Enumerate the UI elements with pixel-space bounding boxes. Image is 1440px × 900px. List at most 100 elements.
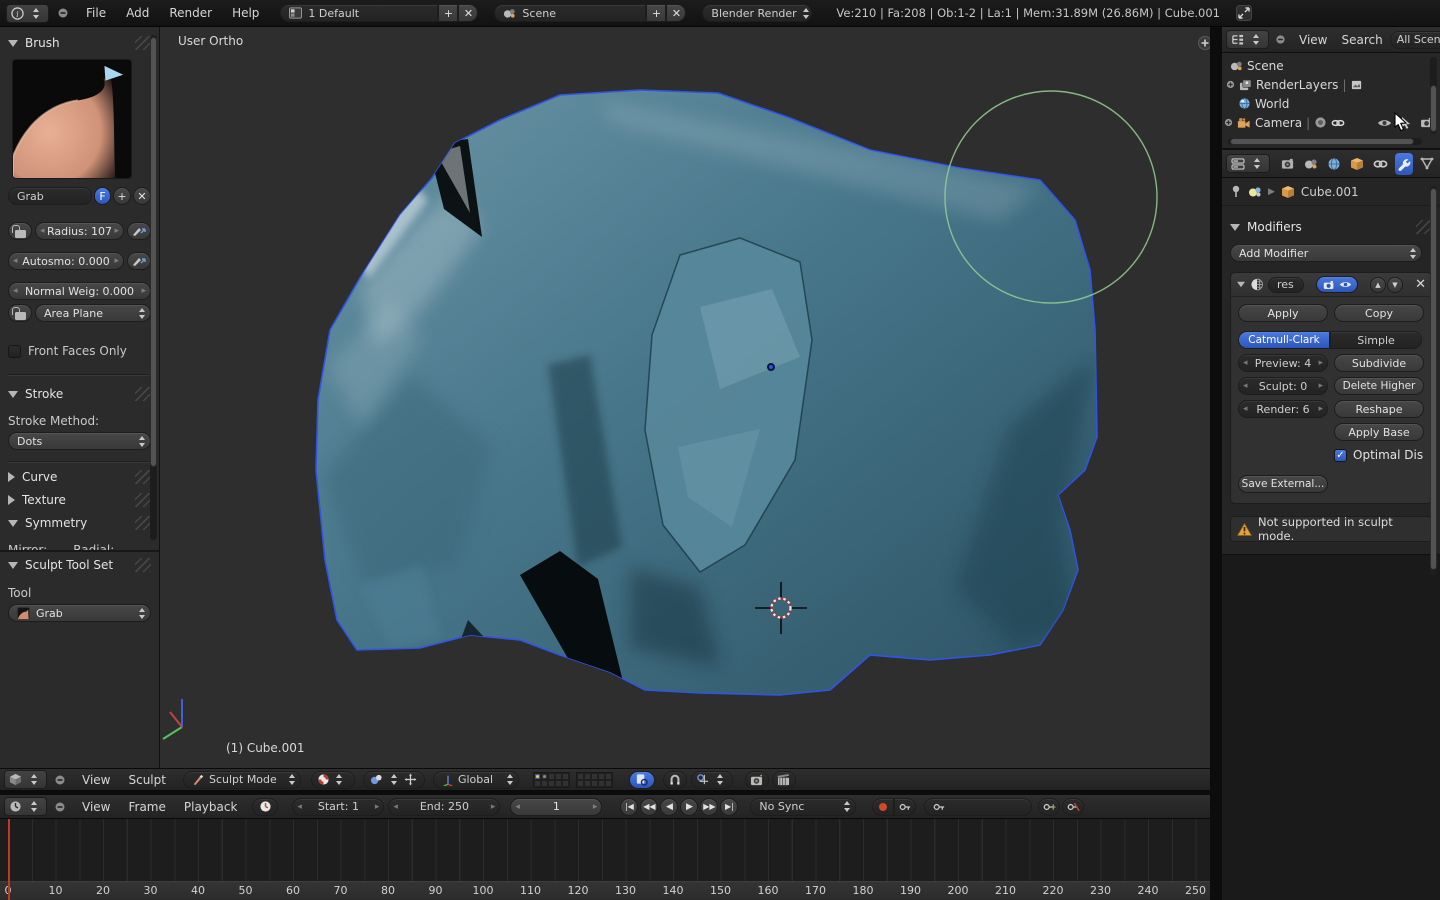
opengl-render-image-button[interactable] <box>745 771 769 789</box>
outliner-hscrollbar[interactable] <box>1228 138 1422 145</box>
copy-button[interactable]: Copy <box>1334 304 1424 322</box>
close-layout-button[interactable]: ✕ <box>458 4 478 22</box>
collapse-menus-icon[interactable] <box>54 801 66 813</box>
panel-grip[interactable] <box>135 470 151 484</box>
close-scene-button[interactable]: ✕ <box>666 4 686 22</box>
remove-brush-button[interactable]: ✕ <box>133 187 151 205</box>
viewport-3d[interactable]: User Ortho (1) Cube.001 <box>160 27 1210 768</box>
subdivision-type-catmull-clark[interactable]: Catmull-Clark <box>1238 331 1330 349</box>
delete-modifier-button[interactable]: ✕ <box>1415 277 1426 292</box>
current-frame-field[interactable]: 1 <box>510 798 602 816</box>
front-faces-checkbox[interactable] <box>8 345 21 358</box>
brush-preview[interactable] <box>12 59 132 179</box>
tab-constraints[interactable] <box>1372 153 1390 175</box>
radius-lock-button[interactable] <box>8 222 32 240</box>
playhead[interactable] <box>8 819 10 900</box>
fake-user-button[interactable]: F <box>94 187 111 205</box>
tab-object-data[interactable] <box>1418 153 1436 175</box>
properties-scrollbar[interactable] <box>1430 186 1437 576</box>
menu-search[interactable]: Search <box>1334 33 1389 47</box>
jump-to-end-button[interactable]: ▶| <box>720 798 738 816</box>
breadcrumb-object-name[interactable]: Cube.001 <box>1301 185 1359 199</box>
subdivide-button[interactable]: Subdivide <box>1334 354 1424 372</box>
editor-type-properties-button[interactable] <box>1226 154 1270 173</box>
apply-button[interactable]: Apply <box>1238 304 1328 322</box>
brush-name-field[interactable]: Grab <box>8 187 92 205</box>
scene-selector[interactable]: Scene <box>494 4 646 22</box>
panel-grip[interactable] <box>135 516 151 530</box>
collapse-menus-icon[interactable] <box>57 7 69 19</box>
optimal-display-checkbox[interactable]: ✓ <box>1334 449 1347 462</box>
subdivision-type-simple[interactable]: Simple <box>1330 331 1422 349</box>
outliner-row-world[interactable]: World <box>1226 94 1438 113</box>
opengl-render-anim-button[interactable] <box>772 771 796 789</box>
outliner-vscrollbar-thumb[interactable] <box>1430 85 1437 132</box>
insert-keyframe-button[interactable] <box>1038 798 1060 816</box>
sculpt-level-slider[interactable]: Sculpt: 0 <box>1238 377 1328 395</box>
delete-keyframe-button[interactable] <box>1062 798 1084 816</box>
jump-to-start-button[interactable]: |◀ <box>620 798 638 816</box>
visibility-eye-icon[interactable] <box>1377 118 1392 128</box>
editor-type-outliner-button[interactable] <box>1226 30 1269 49</box>
sculpt-tool-set-header[interactable]: Sculpt Tool Set <box>8 558 151 572</box>
expander-plus-icon[interactable] <box>1224 118 1233 127</box>
reshape-button[interactable]: Reshape <box>1334 400 1424 418</box>
tab-render[interactable] <box>1279 153 1297 175</box>
menu-playback[interactable]: Playback <box>175 800 247 814</box>
outliner-vscrollbar[interactable] <box>1430 57 1437 134</box>
stroke-panel-header[interactable]: Stroke <box>8 387 151 401</box>
menu-view[interactable]: View <box>73 800 119 814</box>
autokey-record-button[interactable] <box>872 798 894 816</box>
layers-grid-1[interactable] <box>533 772 570 788</box>
panel-grip[interactable] <box>135 493 151 507</box>
autosmooth-pressure-button[interactable] <box>127 252 151 270</box>
modifier-visibility-toggles[interactable] <box>1316 276 1358 293</box>
normal-weight-slider[interactable]: Normal Weig: 0.000 <box>8 282 151 300</box>
mode-dropdown[interactable]: Sculpt Mode <box>183 771 301 789</box>
menu-view[interactable]: View <box>73 773 119 787</box>
delete-higher-button[interactable]: Delete Higher <box>1334 377 1424 395</box>
menu-frame[interactable]: Frame <box>119 800 174 814</box>
tab-scene[interactable] <box>1302 153 1320 175</box>
outliner-hscrollbar-thumb[interactable] <box>1230 138 1414 145</box>
modifier-name-field[interactable]: res <box>1268 277 1304 293</box>
snap-element-dropdown[interactable] <box>691 771 733 789</box>
tab-object[interactable] <box>1348 153 1366 175</box>
preview-range-toggle[interactable] <box>252 798 278 816</box>
move-modifier-down-button[interactable]: ▼ <box>1387 277 1403 293</box>
falloff-lock-button[interactable] <box>8 304 32 322</box>
radius-slider[interactable]: Radius: 107 <box>35 222 124 240</box>
menu-file[interactable]: File <box>77 6 115 20</box>
frame-start-field[interactable]: Start: 1 <box>292 798 384 816</box>
add-layout-button[interactable]: + <box>438 4 458 22</box>
fullscreen-icon[interactable] <box>1236 5 1252 21</box>
viewport-canvas[interactable] <box>160 27 1210 768</box>
editor-type-info-button[interactable]: i <box>6 4 49 23</box>
sync-dropdown[interactable]: No Sync <box>750 798 856 816</box>
sculpt-tool-dropdown[interactable]: Grab <box>8 604 151 622</box>
play-reverse-button[interactable]: ◀ <box>660 798 678 816</box>
outliner-scope-dropdown[interactable]: All Scenes <box>1390 31 1440 49</box>
add-brush-button[interactable]: + <box>113 187 131 205</box>
autokey-mode-button[interactable] <box>894 798 916 816</box>
editor-type-3dview-button[interactable] <box>4 770 47 789</box>
render-level-slider[interactable]: Render: 6 <box>1238 400 1328 418</box>
menu-sculpt[interactable]: Sculpt <box>119 773 174 787</box>
menu-add[interactable]: Add <box>117 6 158 20</box>
properties-scrollbar-thumb[interactable] <box>1430 188 1437 570</box>
brush-panel-header[interactable]: Brush <box>8 36 151 50</box>
falloff-dropdown[interactable]: Area Plane <box>35 304 151 322</box>
layers-grid-2[interactable] <box>576 772 613 788</box>
menu-help[interactable]: Help <box>223 6 268 20</box>
shading-manipulator-group[interactable] <box>363 771 425 789</box>
modifiers-panel-header[interactable]: Modifiers <box>1230 220 1432 234</box>
pin-icon[interactable] <box>1230 185 1242 198</box>
lock-camera-toggle[interactable] <box>629 771 655 789</box>
menu-render[interactable]: Render <box>160 6 221 20</box>
panel-grip[interactable] <box>135 36 151 50</box>
tab-modifiers[interactable] <box>1395 153 1413 175</box>
region-plus-icon[interactable] <box>1197 35 1210 51</box>
panel-grip[interactable] <box>135 387 151 401</box>
add-modifier-dropdown[interactable]: Add Modifier <box>1230 244 1422 262</box>
texture-panel-header[interactable]: Texture <box>8 493 151 507</box>
